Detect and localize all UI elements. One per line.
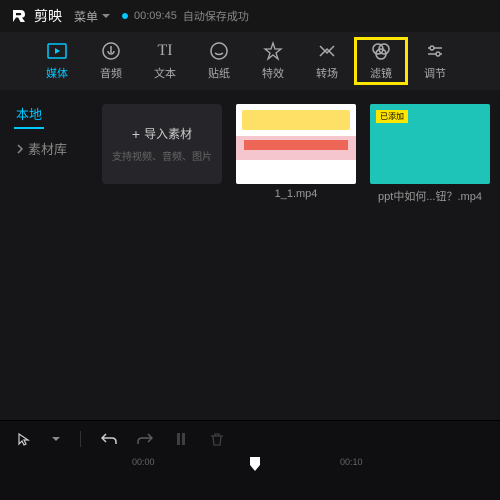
audio-icon xyxy=(101,41,121,61)
divider xyxy=(80,431,81,447)
tab-effect[interactable]: 特效 xyxy=(246,37,300,85)
import-sublabel: 支持视频、音频、图片 xyxy=(112,148,212,163)
chevron-down-icon[interactable] xyxy=(52,437,60,442)
app-logo: 剪映 xyxy=(10,6,62,26)
media-thumbnail xyxy=(236,104,356,184)
sticker-icon xyxy=(209,41,229,61)
tab-audio[interactable]: 音频 xyxy=(84,37,138,85)
media-thumbnail: 已添加 xyxy=(370,104,490,184)
playhead-icon[interactable] xyxy=(250,457,260,471)
tab-sticker[interactable]: 贴纸 xyxy=(192,37,246,85)
ruler-mark: 00:00 xyxy=(132,457,155,467)
pointer-tool[interactable] xyxy=(16,431,32,447)
ruler-mark: 00:10 xyxy=(340,457,363,467)
autosave-status: 00:09:45 自动保存成功 xyxy=(122,8,249,24)
redo-button[interactable] xyxy=(137,431,153,447)
text-icon: TI xyxy=(155,41,175,61)
delete-button[interactable] xyxy=(209,431,225,447)
filter-icon xyxy=(371,41,391,61)
app-name: 剪映 xyxy=(34,6,62,26)
media-item[interactable]: 1_1.mp4 xyxy=(236,104,356,406)
chevron-right-icon xyxy=(16,144,24,154)
import-media-button[interactable]: + 导入素材 支持视频、音频、图片 xyxy=(102,104,222,184)
sidebar-item-local[interactable]: 本地 xyxy=(14,98,44,129)
tab-transition[interactable]: 转场 xyxy=(300,37,354,85)
media-item[interactable]: 已添加 ppt中如何...钮？.mp4 xyxy=(370,104,490,406)
logo-icon xyxy=(10,7,28,25)
media-icon xyxy=(47,41,67,61)
status-dot-icon xyxy=(122,13,128,19)
sidebar-item-library[interactable]: 素材库 xyxy=(0,129,92,168)
adjust-icon xyxy=(425,41,445,61)
media-filename: 1_1.mp4 xyxy=(236,188,356,200)
tab-adjust[interactable]: 调节 xyxy=(408,37,462,85)
effect-icon xyxy=(263,41,283,61)
undo-button[interactable] xyxy=(101,431,117,447)
timeline-ruler[interactable]: 00:00 00:10 xyxy=(120,457,500,477)
chevron-down-icon xyxy=(102,14,110,19)
tab-text[interactable]: TI 文本 xyxy=(138,37,192,85)
plus-icon: + xyxy=(132,126,140,142)
menu-dropdown[interactable]: 菜单 xyxy=(74,8,110,25)
added-badge: 已添加 xyxy=(376,110,408,123)
split-button[interactable] xyxy=(173,431,189,447)
tab-filter[interactable]: 滤镜 xyxy=(354,37,408,85)
tab-media[interactable]: 媒体 xyxy=(30,37,84,85)
transition-icon xyxy=(317,41,337,61)
media-filename: ppt中如何...钮？.mp4 xyxy=(370,188,490,204)
sidebar: 本地 素材库 xyxy=(0,90,92,420)
